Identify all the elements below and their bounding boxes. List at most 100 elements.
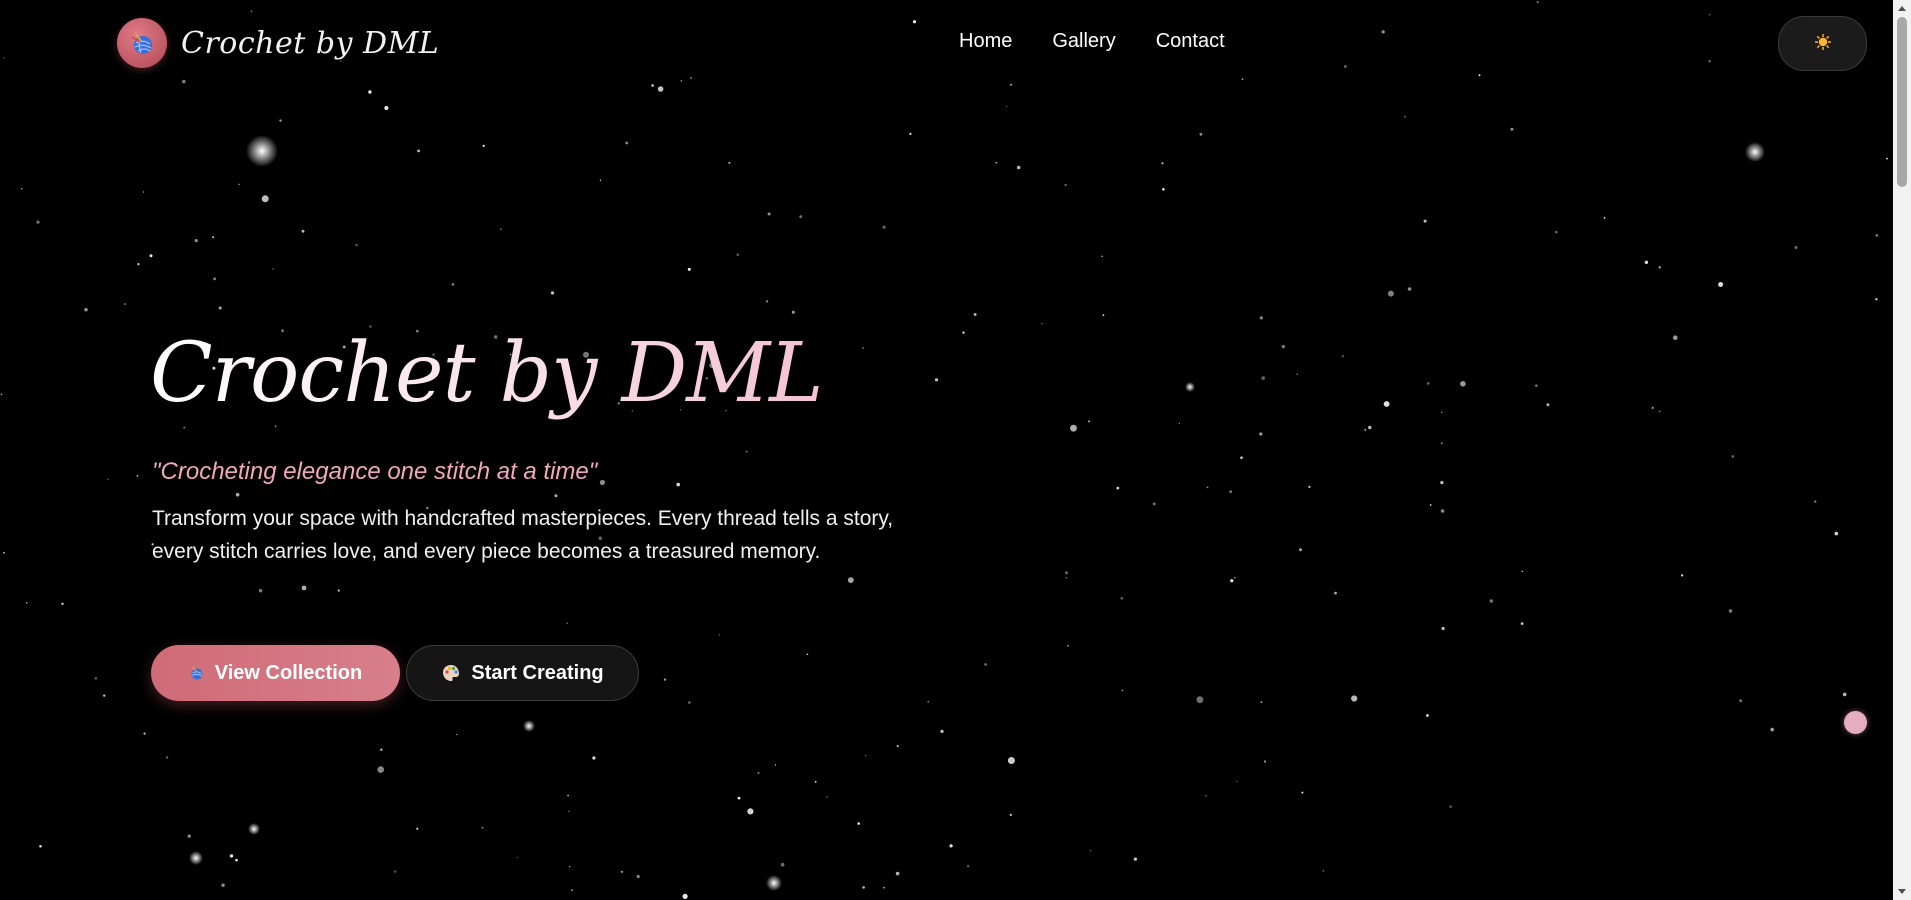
star [1009,813,1012,817]
glowing-star [248,823,260,835]
star [1739,699,1743,703]
star [218,306,222,310]
star [1121,689,1124,692]
star [61,602,64,605]
star [136,475,139,477]
star [1064,183,1067,187]
star [499,228,502,231]
star [682,893,688,900]
star [826,796,828,798]
star [368,90,372,94]
star [456,733,458,736]
star [1368,425,1372,430]
view-collection-button[interactable]: View Collection [151,645,400,701]
sun-icon [1814,33,1832,55]
star [1440,442,1443,445]
star [1102,314,1105,316]
star [1842,692,1847,697]
star [757,771,760,775]
star [1718,282,1724,287]
star [1230,579,1234,583]
star [1875,298,1878,301]
page: Crochet by DML Home Gallery Contact Croc… [0,0,1911,900]
scroll-thumb[interactable] [1897,17,1907,187]
star [1341,355,1344,358]
star [1263,760,1267,763]
star [718,634,721,636]
star [1440,509,1445,513]
star [482,144,485,147]
star [814,781,817,783]
star [235,858,238,862]
star [1535,384,1538,387]
star [26,602,28,604]
star [1440,481,1444,485]
star [1205,794,1207,797]
scroll-down-arrow-icon[interactable] [1893,884,1911,900]
nav-link-gallery[interactable]: Gallery [1052,30,1115,53]
star [187,834,191,838]
star [1728,609,1733,613]
star [984,663,987,666]
star [1322,870,1325,872]
star [1240,456,1243,460]
scroll-up-arrow-icon[interactable] [1893,0,1911,16]
star [301,229,305,233]
star [380,748,383,751]
star [1259,316,1263,320]
star [149,254,153,258]
star [1449,805,1452,808]
star [747,808,754,815]
star [1196,696,1204,704]
star [301,585,307,591]
star [1199,132,1203,136]
star [1441,411,1443,413]
star [1161,162,1164,165]
star [36,220,40,224]
star [229,854,234,858]
star [221,883,225,887]
star [1152,502,1156,506]
star [774,764,777,766]
nav-link-home[interactable]: Home [959,30,1012,53]
star [550,291,555,295]
star [1162,188,1165,191]
nav-links: Home Gallery Contact [959,30,1225,53]
star [592,756,596,760]
star [940,729,944,734]
star [949,844,953,848]
star [21,188,23,190]
star [663,678,667,681]
star [1426,714,1429,717]
star [272,268,274,270]
star [1546,403,1550,407]
palette-icon [441,663,461,683]
nav-link-contact[interactable]: Contact [1156,30,1225,53]
star [973,313,977,316]
star [657,86,664,92]
star [1065,571,1068,575]
star [625,141,629,145]
star [568,810,570,813]
star [1603,217,1606,219]
star [962,331,965,334]
star [1520,622,1524,625]
star [909,132,912,135]
star [934,378,939,382]
theme-toggle-button[interactable] [1778,16,1867,71]
star [0,393,3,395]
star [1429,504,1432,506]
vertical-scrollbar[interactable] [1893,0,1911,900]
start-creating-button[interactable]: Start Creating [406,645,639,701]
star [1658,266,1661,269]
star [1834,531,1839,536]
star [1351,695,1358,702]
brand-link[interactable]: Crochet by DML [117,18,439,68]
star [417,149,420,153]
star [384,105,389,111]
floating-chat-dot[interactable] [1844,711,1867,734]
star [261,195,269,203]
star [882,225,886,229]
star [1236,780,1238,783]
star [137,263,140,266]
